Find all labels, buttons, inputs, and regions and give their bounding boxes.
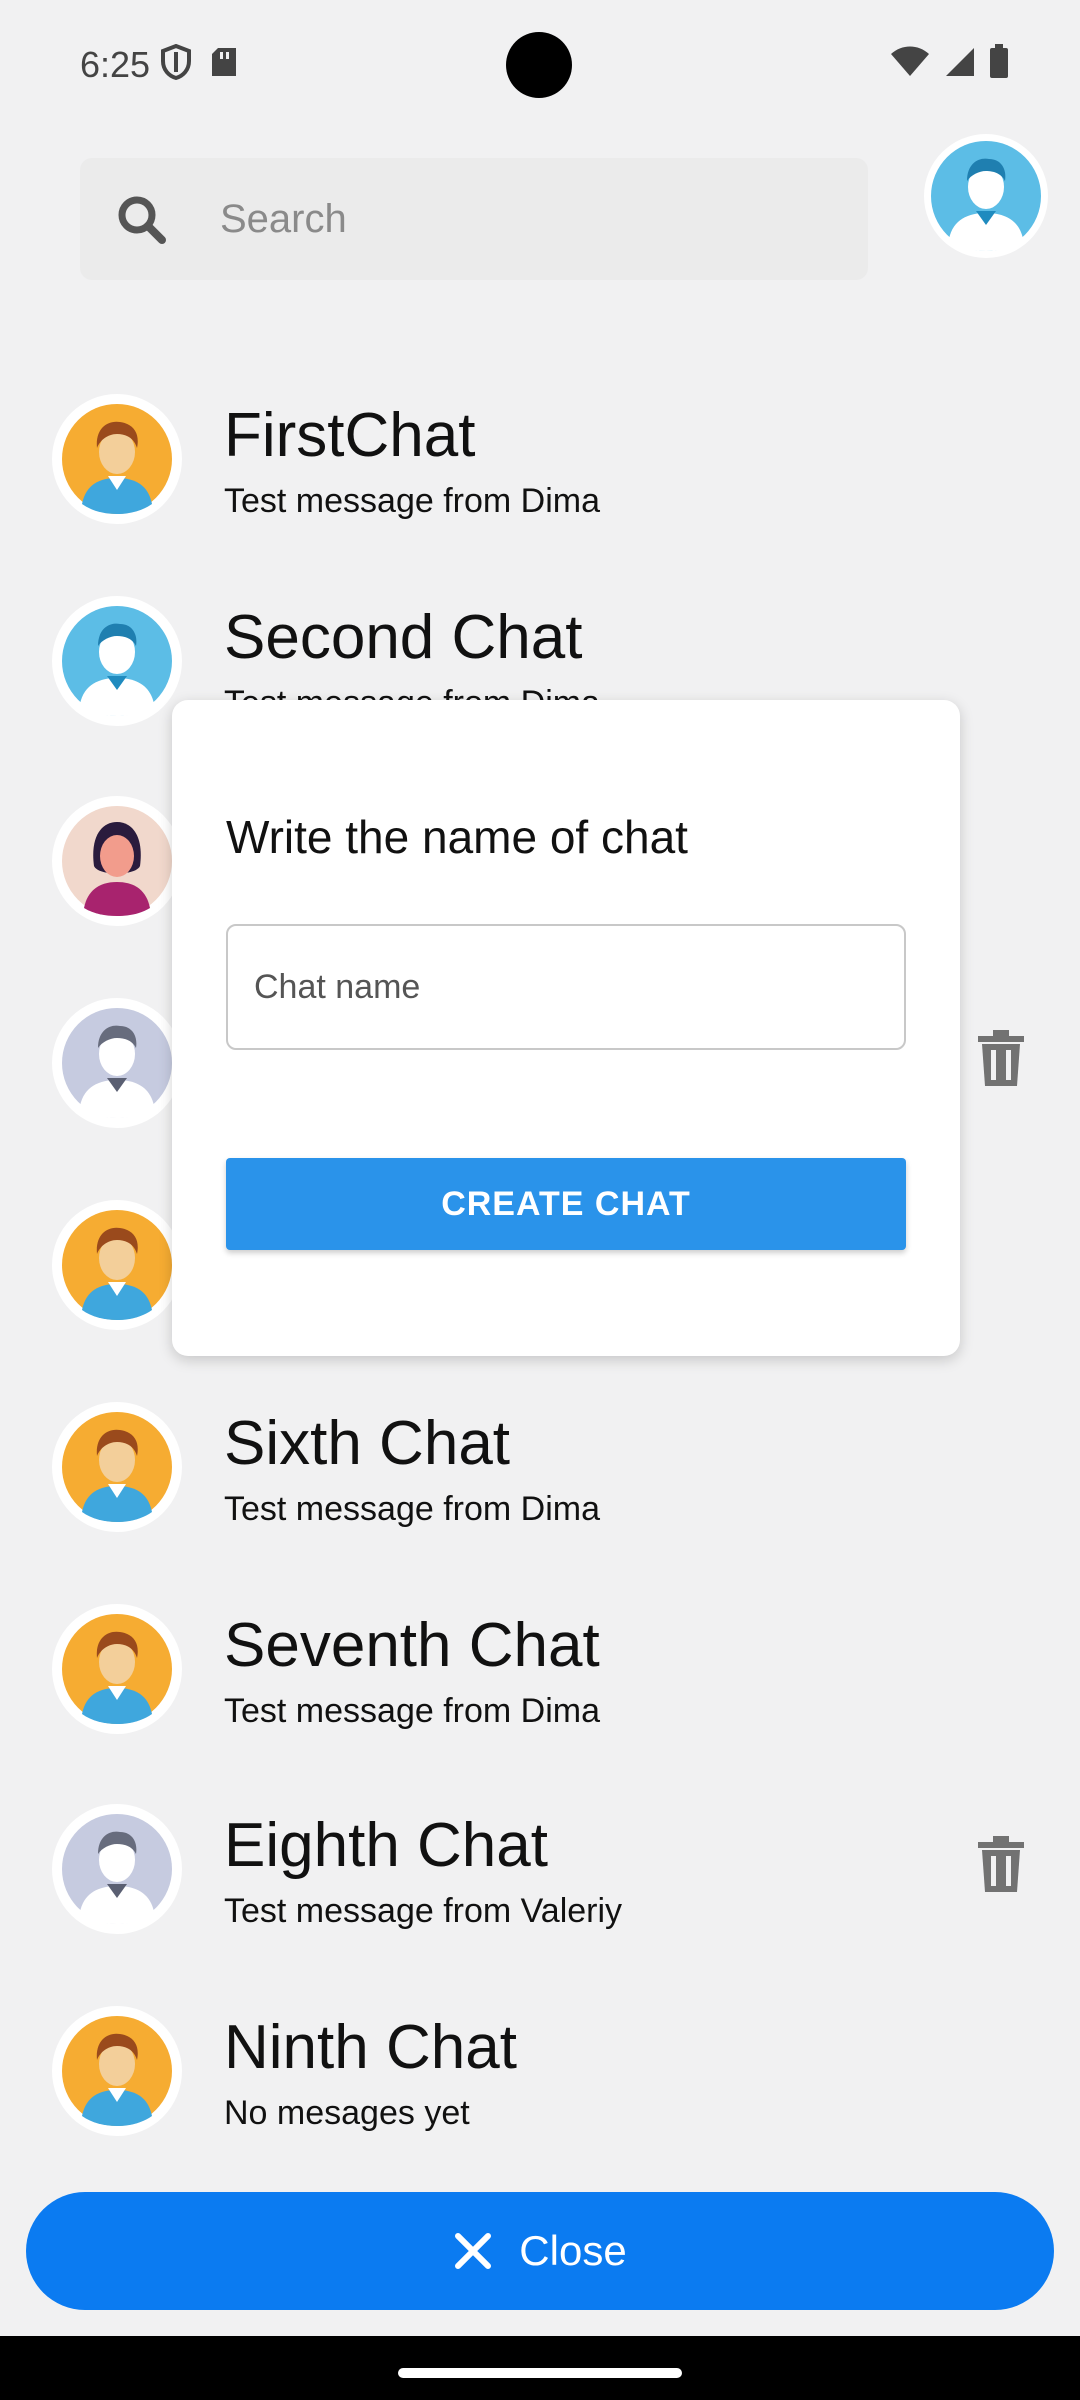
avatar [52,998,182,1128]
avatar [52,1604,182,1734]
close-button-label: Close [519,2227,627,2274]
profile-avatar[interactable] [924,134,1048,258]
chat-name-placeholder: Chat name [254,967,421,1006]
search-input[interactable]: Search [80,158,868,280]
chat-title: Seventh Chat [224,1611,600,1680]
status-time: 6:25 [80,44,151,85]
create-chat-dialog: Write the name of chat Chat name CREATE … [172,700,960,1356]
close-icon [453,2231,493,2271]
avatar [52,796,182,926]
chat-list-item[interactable]: Ninth Chat No mesages yet [0,2006,1080,2186]
chat-title: Ninth Chat [224,2013,517,2082]
chat-title: Sixth Chat [224,1409,511,1478]
search-placeholder: Search [220,196,347,241]
home-indicator[interactable] [398,2368,682,2378]
trash-icon[interactable] [976,1030,1026,1093]
chat-last-message: Test message from Valeriy [224,1892,623,1930]
avatar [52,1804,182,1934]
close-button[interactable]: Close [26,2192,1054,2310]
chat-list-item[interactable]: FirstChat Test message from Dima [0,394,1080,574]
chat-title: Eighth Chat [224,1811,548,1880]
chat-last-message: Test message from Dima [224,1692,600,1730]
camera-cutout [506,32,572,98]
chat-last-message: Test message from Dima [224,482,600,520]
create-chat-button[interactable]: CREATE CHAT [226,1158,906,1250]
chat-list-item[interactable]: Sixth Chat Test message from Dima [0,1402,1080,1582]
trash-icon[interactable] [976,1836,1026,1899]
chat-last-message: No mesages yet [224,2094,470,2132]
chat-title: Second Chat [224,603,583,672]
chat-list-item[interactable]: Seventh Chat Test message from Dima [0,1604,1080,1784]
sd-card-icon [210,46,238,83]
avatar [52,1402,182,1532]
avatar [52,1200,182,1330]
status-bar: 6:25 [0,0,1080,130]
chat-name-input[interactable]: Chat name [226,924,906,1050]
avatar [52,394,182,524]
search-icon [116,194,168,251]
shield-icon [160,43,192,85]
chat-title: FirstChat [224,401,476,470]
chat-list-item[interactable]: Eighth Chat Test message from Valeriy [0,1804,1080,1984]
avatar [52,2006,182,2136]
chat-last-message: Test message from Dima [224,1490,600,1528]
dialog-title: Write the name of chat [226,811,688,863]
avatar [52,596,182,726]
battery-icon [988,44,1010,85]
wifi-icon [890,46,930,83]
signal-icon [942,46,976,83]
